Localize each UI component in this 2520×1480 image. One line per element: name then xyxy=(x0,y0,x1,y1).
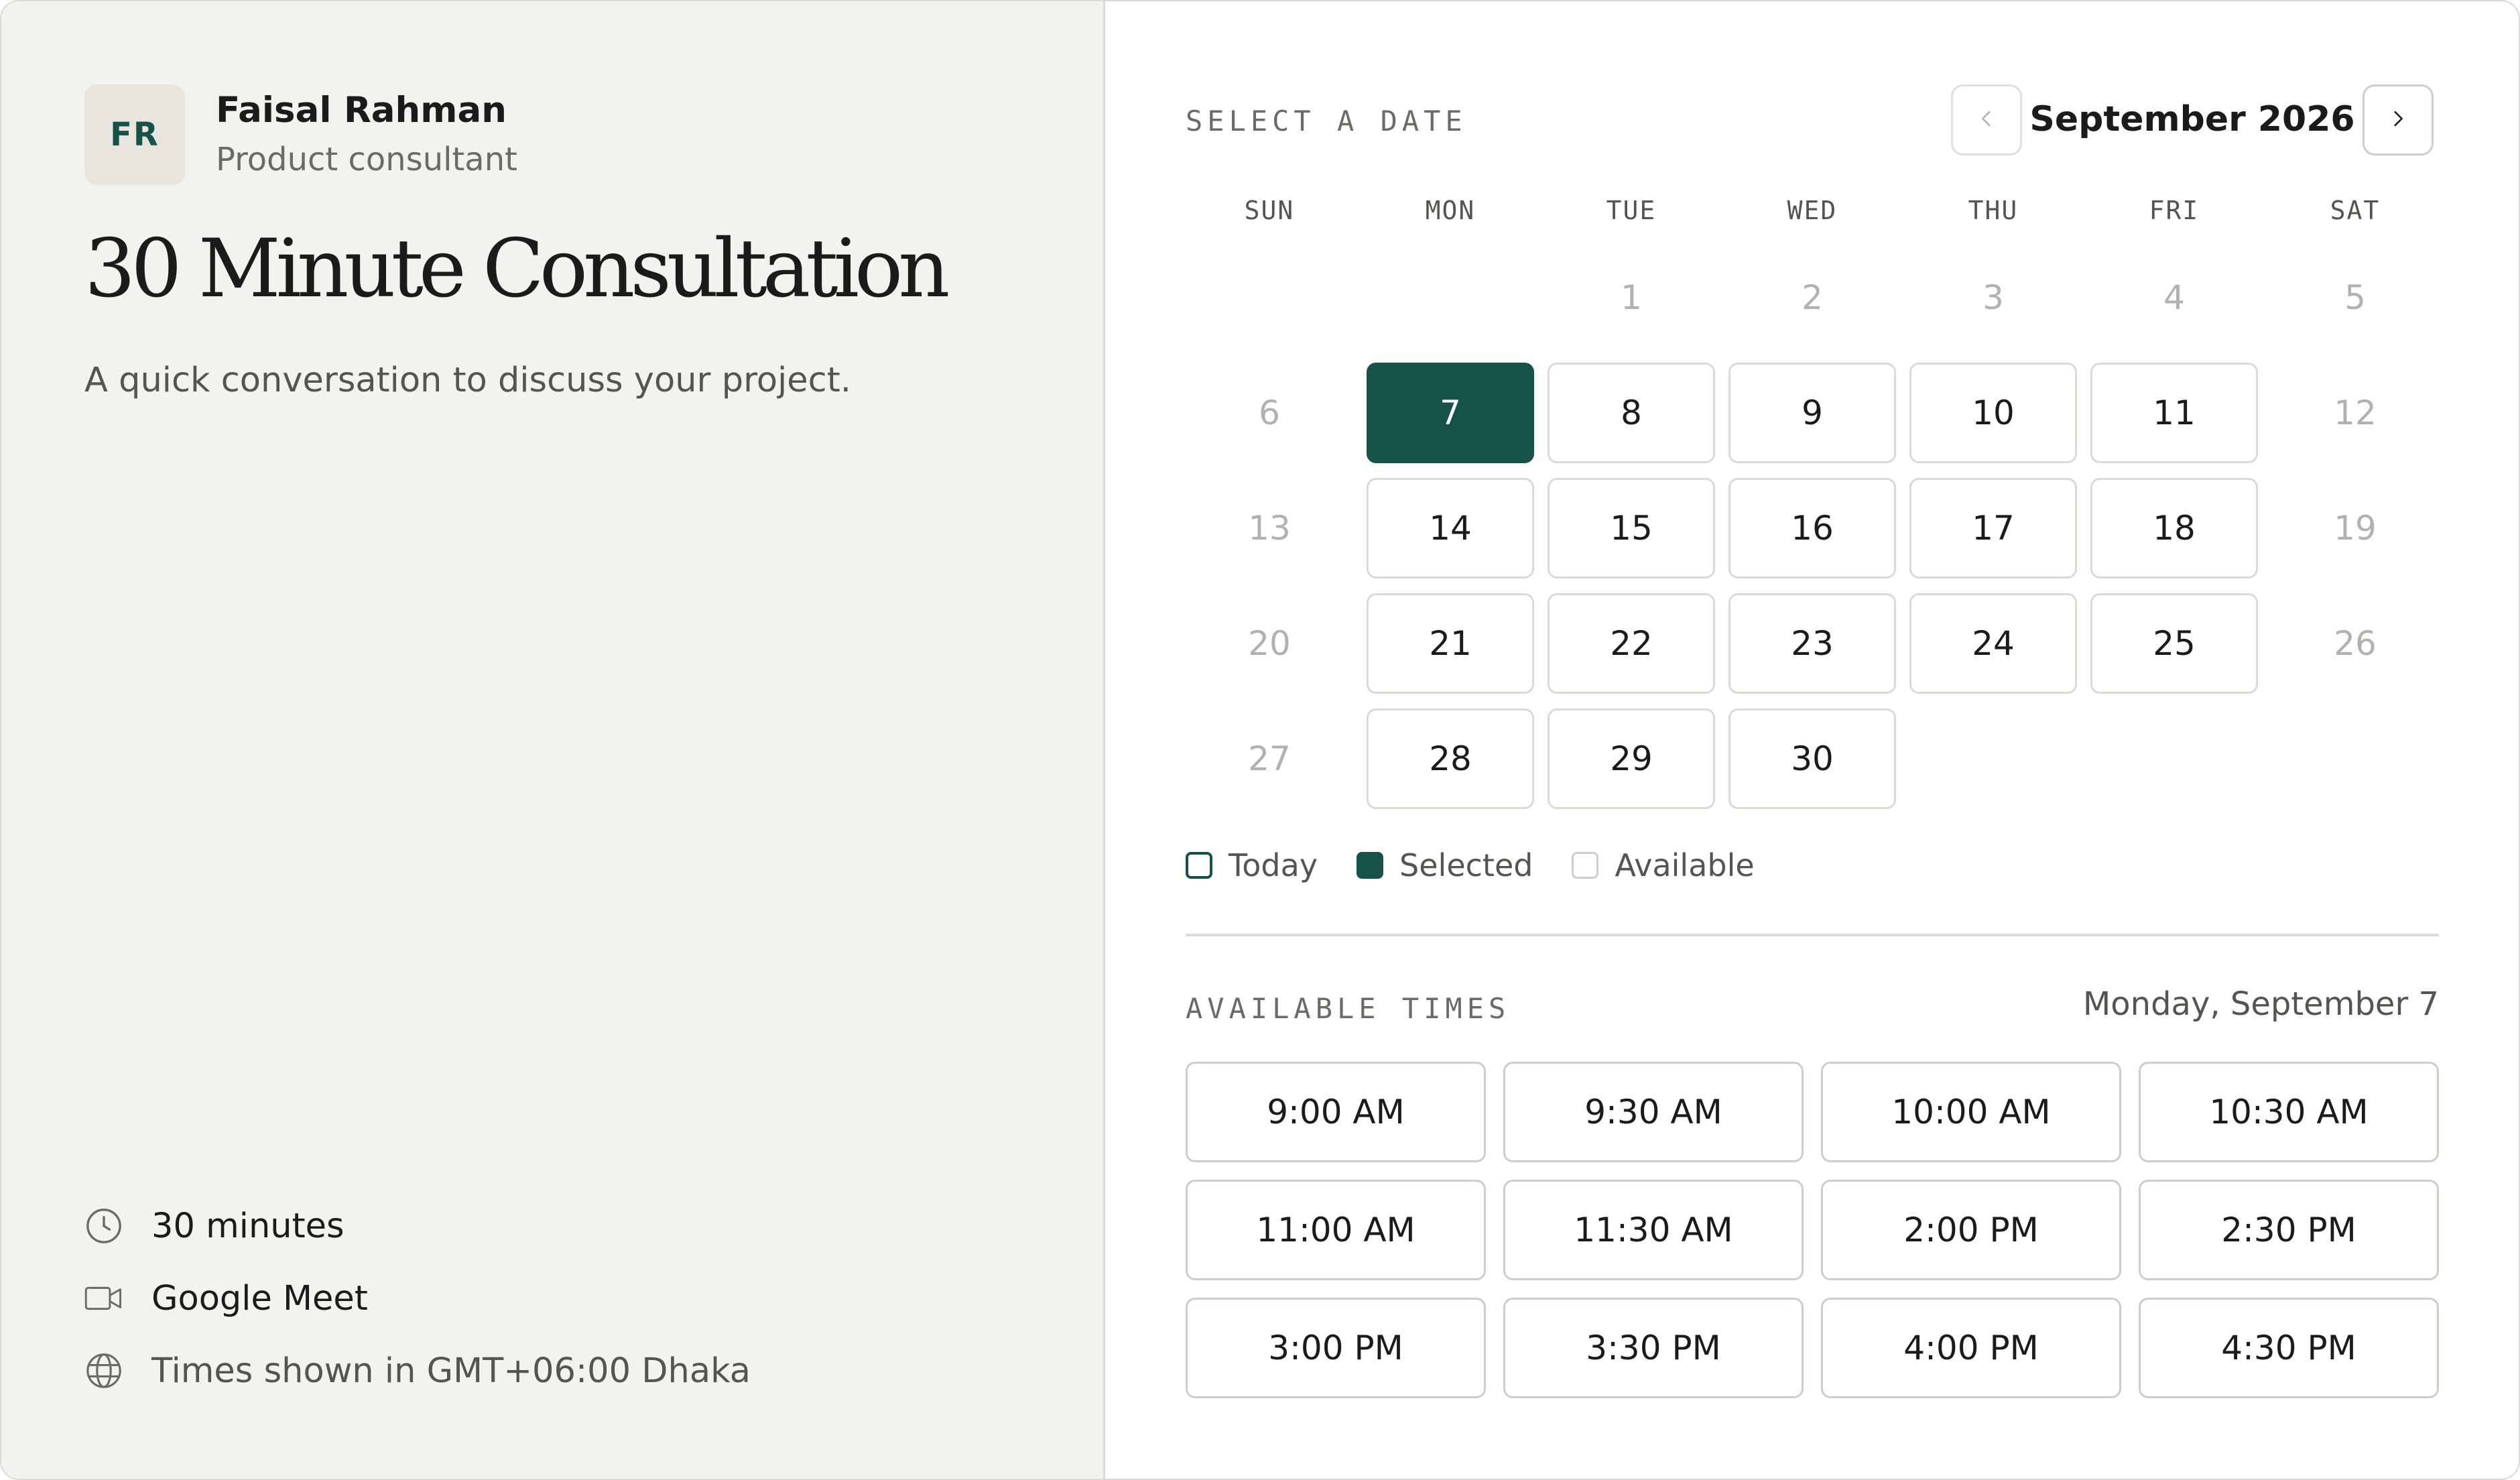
calendar-day[interactable]: 9 xyxy=(1728,363,1896,463)
clock-icon xyxy=(84,1207,123,1245)
host-name: Faisal Rahman xyxy=(216,90,507,131)
duration-text: 30 minutes xyxy=(151,1206,344,1246)
event-title: 30 Minute Consultation xyxy=(84,223,950,316)
calendar-day: 6 xyxy=(1259,393,1280,432)
avatar: FR xyxy=(84,84,185,185)
calendar-day[interactable]: 11 xyxy=(2090,363,2258,463)
weekday-sun: SUN xyxy=(1244,196,1295,225)
platform-text: Google Meet xyxy=(151,1278,368,1318)
selected-date-label: Monday, September 7 xyxy=(2082,985,2439,1023)
host-role: Product consultant xyxy=(216,141,517,178)
calendar-day: 1 xyxy=(1621,278,1642,317)
time-slot-button[interactable]: 3:00 PM xyxy=(1186,1298,1486,1398)
calendar-day[interactable]: 28 xyxy=(1367,708,1534,809)
legend-selected-label: Selected xyxy=(1399,847,1533,883)
legend-today-label: Today xyxy=(1228,847,1318,883)
weekday-tue: TUE xyxy=(1606,196,1657,225)
legend-available: Available xyxy=(1572,847,1755,883)
selected-swatch xyxy=(1357,852,1384,879)
timezone-text: Times shown in GMT+06:00 Dhaka xyxy=(151,1351,751,1391)
calendar-day: 2 xyxy=(1802,278,1823,317)
calendar-day[interactable]: 8 xyxy=(1548,363,1715,463)
legend-selected: Selected xyxy=(1357,847,1533,883)
time-slot-button[interactable]: 9:00 AM xyxy=(1186,1062,1486,1162)
time-slot-button[interactable]: 3:30 PM xyxy=(1503,1298,1804,1398)
calendar-legend: Today Selected Available xyxy=(1186,847,1793,883)
time-slot-button[interactable]: 11:00 AM xyxy=(1186,1180,1486,1280)
weekday-mon: MON xyxy=(1425,196,1476,225)
time-slot-button[interactable]: 2:30 PM xyxy=(2139,1180,2439,1280)
calendar-day[interactable]: 15 xyxy=(1548,478,1715,578)
time-slot-button[interactable]: 10:00 AM xyxy=(1821,1062,2121,1162)
available-times-label: AVAILABLE TIMES xyxy=(1186,992,1511,1025)
calendar-day[interactable]: 17 xyxy=(1909,478,2077,578)
select-date-label: SELECT A DATE xyxy=(1186,105,1467,137)
calendar-day: 5 xyxy=(2344,278,2366,317)
meta-platform: Google Meet xyxy=(84,1275,368,1322)
event-description: A quick conversation to discuss your pro… xyxy=(84,361,851,400)
legend-today: Today xyxy=(1186,847,1318,883)
weekday-thu: THU xyxy=(1968,196,2019,225)
previous-month-button[interactable] xyxy=(1951,84,2022,156)
calendar-day[interactable]: 16 xyxy=(1728,478,1896,578)
meta-timezone: Times shown in GMT+06:00 Dhaka xyxy=(84,1347,751,1394)
calendar-day[interactable]: 18 xyxy=(2090,478,2258,578)
legend-available-label: Available xyxy=(1615,847,1755,883)
calendar-day[interactable]: 25 xyxy=(2090,593,2258,694)
calendar-day: 27 xyxy=(1248,739,1291,778)
calendar-day: 3 xyxy=(1982,278,2004,317)
weekday-wed: WED xyxy=(1787,196,1838,225)
chevron-right-icon xyxy=(2387,107,2409,133)
calendar-day[interactable]: 23 xyxy=(1728,593,1896,694)
weekday-fri: FRI xyxy=(2149,196,2200,225)
calendar-day: 12 xyxy=(2334,393,2377,432)
time-slot-button[interactable]: 10:30 AM xyxy=(2139,1062,2439,1162)
video-camera-icon xyxy=(84,1279,123,1318)
time-slot-button[interactable]: 4:00 PM xyxy=(1821,1298,2121,1398)
today-swatch xyxy=(1186,852,1212,879)
calendar-day: 20 xyxy=(1248,624,1291,663)
chevron-left-icon xyxy=(1975,107,1998,133)
calendar-day[interactable]: 14 xyxy=(1367,478,1534,578)
calendar-day[interactable]: 30 xyxy=(1728,708,1896,809)
calendar-day: 13 xyxy=(1248,509,1291,548)
time-slot-button[interactable]: 9:30 AM xyxy=(1503,1062,1804,1162)
calendar-day[interactable]: 7 xyxy=(1367,363,1534,463)
time-slot-button[interactable]: 11:30 AM xyxy=(1503,1180,1804,1280)
calendar-day: 26 xyxy=(2334,624,2377,663)
booking-card: FR Faisal Rahman Product consultant 30 M… xyxy=(0,0,2520,1480)
calendar-day[interactable]: 22 xyxy=(1548,593,1715,694)
weekday-sat: SAT xyxy=(2330,196,2381,225)
month-label: September 2026 xyxy=(2029,99,2355,139)
calendar-day[interactable]: 24 xyxy=(1909,593,2077,694)
meta-duration: 30 minutes xyxy=(84,1202,344,1249)
calendar-day: 4 xyxy=(2163,278,2185,317)
time-slot-button[interactable]: 4:30 PM xyxy=(2139,1298,2439,1398)
event-info-panel: FR Faisal Rahman Product consultant 30 M… xyxy=(1,1,1105,1479)
section-divider xyxy=(1186,934,2439,936)
time-slot-button[interactable]: 2:00 PM xyxy=(1821,1180,2121,1280)
available-swatch xyxy=(1572,852,1599,879)
next-month-button[interactable] xyxy=(2362,84,2434,156)
calendar-day[interactable]: 21 xyxy=(1367,593,1534,694)
globe-icon xyxy=(84,1351,123,1390)
calendar-day[interactable]: 10 xyxy=(1909,363,2077,463)
calendar-day[interactable]: 29 xyxy=(1548,708,1715,809)
calendar-day: 19 xyxy=(2334,509,2377,548)
scheduler-panel: SELECT A DATE September 2026 SUN MON TUE… xyxy=(1186,1,2439,1479)
